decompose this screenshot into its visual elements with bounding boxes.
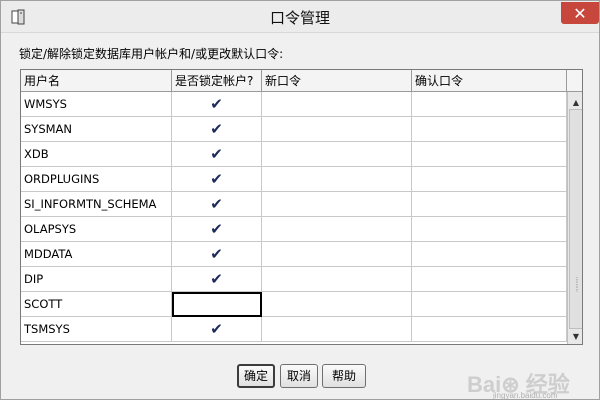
header-username[interactable]: 用户名 [21, 70, 172, 92]
table-row: DIP ✔ [21, 267, 567, 292]
table-row: ORDPLUGINS ✔ [21, 167, 567, 192]
cell-new-password[interactable] [262, 142, 412, 167]
checkmark-icon: ✔ [210, 245, 223, 263]
header-confirm-password[interactable]: 确认口令 [412, 70, 567, 92]
cell-username[interactable]: DIP [21, 267, 172, 292]
cell-new-password[interactable] [262, 217, 412, 242]
header-corner [567, 70, 582, 92]
grip-icon: ⁝ ⁝ ⁝ [575, 276, 579, 294]
cell-username[interactable]: SI_INFORMTN_SCHEMA [21, 192, 172, 217]
cell-new-password[interactable] [262, 117, 412, 142]
instruction-text: 锁定/解除锁定数据库用户帐户和/或更改默认口令: [19, 47, 284, 61]
cell-confirm-password[interactable] [412, 292, 567, 317]
password-management-dialog: 口令管理 ✕ 锁定/解除锁定数据库用户帐户和/或更改默认口令: 用户名 是否锁定… [0, 0, 600, 400]
cell-confirm-password[interactable] [412, 167, 567, 192]
window-title: 口令管理 [269, 9, 330, 27]
cell-username[interactable]: ORDPLUGINS [21, 167, 172, 192]
cell-new-password[interactable] [262, 267, 412, 292]
cell-username[interactable]: WMSYS [21, 92, 172, 117]
table-row: SYSMAN ✔ [21, 117, 567, 142]
header-locked[interactable]: 是否锁定帐户? [172, 70, 262, 92]
cell-confirm-password[interactable] [412, 242, 567, 267]
checkmark-icon: ✔ [210, 120, 223, 138]
cell-username[interactable]: TSMSYS [21, 317, 172, 342]
cell-locked-checkbox[interactable]: ✔ [172, 267, 262, 292]
cell-username[interactable]: XDB [21, 142, 172, 167]
cell-new-password[interactable] [262, 292, 412, 317]
cell-username[interactable]: MDDATA [21, 242, 172, 267]
cell-confirm-password[interactable] [412, 142, 567, 167]
table-row: MDDATA ✔ [21, 242, 567, 267]
table-row: TSMSYS ✔ [21, 317, 567, 342]
table-row: SI_INFORMTN_SCHEMA ✔ [21, 192, 567, 217]
header-new-password[interactable]: 新口令 [262, 70, 412, 92]
cell-locked-checkbox[interactable]: ✔ [172, 217, 262, 242]
cell-new-password[interactable] [262, 242, 412, 267]
scroll-up-arrow-icon[interactable]: ▲ [569, 95, 582, 109]
help-button[interactable]: 帮助 [322, 364, 366, 388]
table-row: SCOTT [21, 292, 567, 317]
table-row: WMSYS ✔ [21, 92, 567, 117]
scroll-down-arrow-icon[interactable]: ▼ [569, 329, 582, 343]
cell-confirm-password[interactable] [412, 267, 567, 292]
cell-username[interactable]: OLAPSYS [21, 217, 172, 242]
cell-username[interactable]: SCOTT [21, 292, 172, 317]
close-button[interactable]: ✕ [561, 2, 599, 24]
cell-locked-checkbox[interactable] [172, 292, 262, 317]
checkmark-icon: ✔ [210, 320, 223, 338]
cell-locked-checkbox[interactable]: ✔ [172, 117, 262, 142]
cell-confirm-password[interactable] [412, 92, 567, 117]
cell-new-password[interactable] [262, 192, 412, 217]
close-icon: ✕ [573, 3, 587, 23]
checkmark-icon: ✔ [210, 220, 223, 238]
cell-new-password[interactable] [262, 317, 412, 342]
cell-confirm-password[interactable] [412, 317, 567, 342]
cell-locked-checkbox[interactable]: ✔ [172, 92, 262, 117]
cell-locked-checkbox[interactable]: ✔ [172, 192, 262, 217]
checkmark-icon: ✔ [210, 170, 223, 188]
cell-locked-checkbox[interactable]: ✔ [172, 317, 262, 342]
table-row: OLAPSYS ✔ [21, 217, 567, 242]
table-row: XDB ✔ [21, 142, 567, 167]
checkmark-icon: ✔ [210, 95, 223, 113]
scrollbar-thumb[interactable]: ⁝ ⁝ ⁝ [569, 109, 582, 329]
cell-confirm-password[interactable] [412, 217, 567, 242]
checkmark-icon: ✔ [210, 145, 223, 163]
watermark-url: jingyan.baidu.com [493, 391, 558, 400]
vertical-scrollbar[interactable]: ▲ ⁝ ⁝ ⁝ ▼ [567, 92, 582, 344]
cell-confirm-password[interactable] [412, 192, 567, 217]
checkmark-icon: ✔ [210, 195, 223, 213]
cell-username[interactable]: SYSMAN [21, 117, 172, 142]
cell-new-password[interactable] [262, 167, 412, 192]
checkmark-icon: ✔ [210, 270, 223, 288]
cell-locked-checkbox[interactable]: ✔ [172, 242, 262, 267]
ok-button[interactable]: 确定 [237, 364, 275, 388]
title-bar: 口令管理 ✕ [1, 1, 599, 33]
cell-locked-checkbox[interactable]: ✔ [172, 142, 262, 167]
user-account-table: 用户名 是否锁定帐户? 新口令 确认口令 WMSYS ✔ SYSMAN ✔ XDB ✔ OR… [20, 69, 583, 345]
cell-new-password[interactable] [262, 92, 412, 117]
baidu-watermark: Bai⊛ 经验 jingyan.baidu.com [467, 367, 597, 400]
cancel-button[interactable]: 取消 [280, 364, 318, 388]
cell-locked-checkbox[interactable]: ✔ [172, 167, 262, 192]
cell-confirm-password[interactable] [412, 117, 567, 142]
